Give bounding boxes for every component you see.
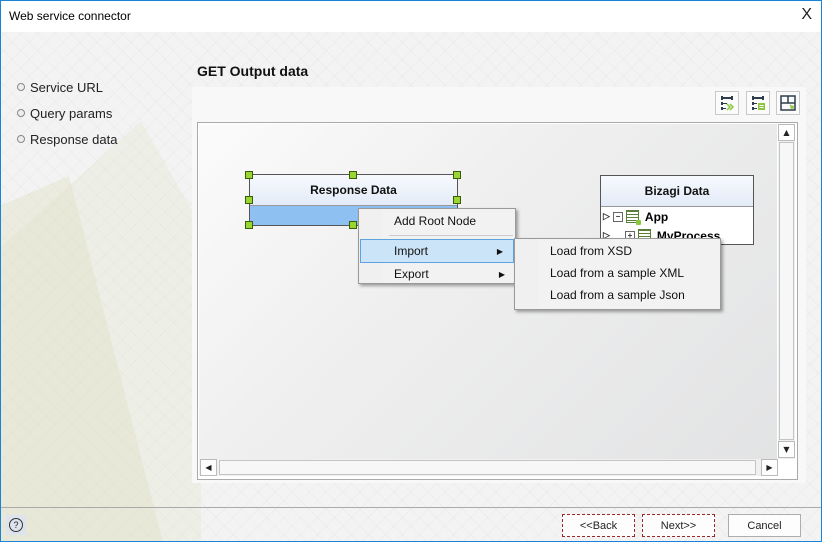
menu-item-load-from-sample-json[interactable]: Load from a sample Json [515, 284, 720, 306]
step-label: Response data [30, 131, 118, 147]
menu-item-load-from-xsd[interactable]: Load from XSD [515, 240, 720, 262]
menu-item-label: Load from XSD [550, 244, 633, 258]
entity-title: Response Data [250, 175, 457, 206]
bizagi-data-entity[interactable]: Bizagi Data ▷ − App ▷ + MyProcess [600, 175, 754, 245]
close-icon[interactable]: X [801, 6, 812, 24]
scroll-right-button[interactable]: ▶ [761, 459, 778, 476]
arrow-left-icon: ◀ [205, 463, 212, 472]
help-icon: ? [9, 518, 23, 532]
scroll-up-button[interactable]: ▲ [778, 124, 795, 141]
map-list-button[interactable] [746, 91, 770, 115]
step-query-params[interactable]: Query params [17, 100, 117, 126]
title-bar: Web service connector X [1, 1, 821, 32]
horizontal-scroll-thumb[interactable] [219, 460, 756, 475]
step-service-url[interactable]: Service URL [17, 74, 117, 100]
menu-separator [389, 235, 513, 236]
page-title: GET Output data [197, 63, 309, 79]
back-button[interactable]: <<Back [562, 514, 635, 537]
arrow-right-icon: ▶ [766, 463, 773, 472]
footer-divider [1, 507, 821, 508]
menu-item-load-from-sample-xml[interactable]: Load from a sample XML [515, 262, 720, 284]
resize-handle[interactable] [453, 171, 461, 179]
layout-button[interactable] [776, 91, 800, 115]
dialog-window: Web service connector X Service URL Quer… [0, 0, 822, 542]
scroll-down-button[interactable]: ▼ [778, 441, 795, 458]
vertical-scroll-thumb[interactable] [779, 142, 794, 440]
auto-map-button[interactable] [715, 91, 739, 115]
step-response-data[interactable]: Response data [17, 126, 117, 152]
node-label: App [644, 209, 669, 224]
context-menu: Add Root Node Import ▶ Export ▶ [358, 208, 516, 284]
step-label: Service URL [30, 79, 103, 95]
map-list-icon [752, 96, 765, 110]
menu-item-add-root-node[interactable]: Add Root Node [359, 210, 515, 232]
layout-icon [780, 95, 796, 111]
bullet-icon [17, 109, 25, 117]
bullet-icon [17, 135, 25, 143]
arrow-up-icon: ▲ [783, 128, 790, 137]
scroll-left-button[interactable]: ◀ [200, 459, 217, 476]
resize-handle[interactable] [349, 221, 357, 229]
entity-table-icon [625, 210, 641, 225]
resize-handle[interactable] [453, 196, 461, 204]
submenu-arrow-icon: ▶ [496, 246, 503, 256]
step-label: Query params [30, 105, 113, 121]
resize-handle[interactable] [245, 221, 253, 229]
collapse-icon[interactable]: − [612, 211, 623, 222]
menu-item-label: Export [394, 267, 429, 281]
help-button[interactable]: ? [6, 515, 26, 535]
menu-item-label: Add Root Node [394, 214, 477, 228]
entity-title: Bizagi Data [601, 176, 753, 207]
expander-icon[interactable]: ▷ [603, 211, 610, 222]
resize-handle[interactable] [245, 196, 253, 204]
menu-item-label: Load from a sample Json [550, 288, 685, 302]
menu-item-export[interactable]: Export ▶ [359, 263, 515, 285]
wizard-steps: Service URL Query params Response data [17, 74, 117, 152]
auto-map-icon [721, 96, 735, 111]
cancel-button[interactable]: Cancel [728, 514, 801, 537]
submenu-arrow-icon: ▶ [498, 269, 505, 279]
menu-item-import[interactable]: Import ▶ [360, 239, 514, 263]
tree-node-app[interactable]: ▷ − App [601, 207, 753, 226]
arrow-down-icon: ▼ [783, 445, 790, 454]
bullet-icon [17, 83, 25, 91]
menu-item-label: Load from a sample XML [550, 266, 685, 280]
resize-handle[interactable] [245, 171, 253, 179]
window-title: Web service connector [9, 9, 131, 23]
resize-handle[interactable] [349, 171, 357, 179]
menu-item-label: Import [394, 244, 429, 258]
import-submenu: Load from XSD Load from a sample XML Loa… [514, 238, 721, 310]
next-button[interactable]: Next>> [642, 514, 715, 537]
